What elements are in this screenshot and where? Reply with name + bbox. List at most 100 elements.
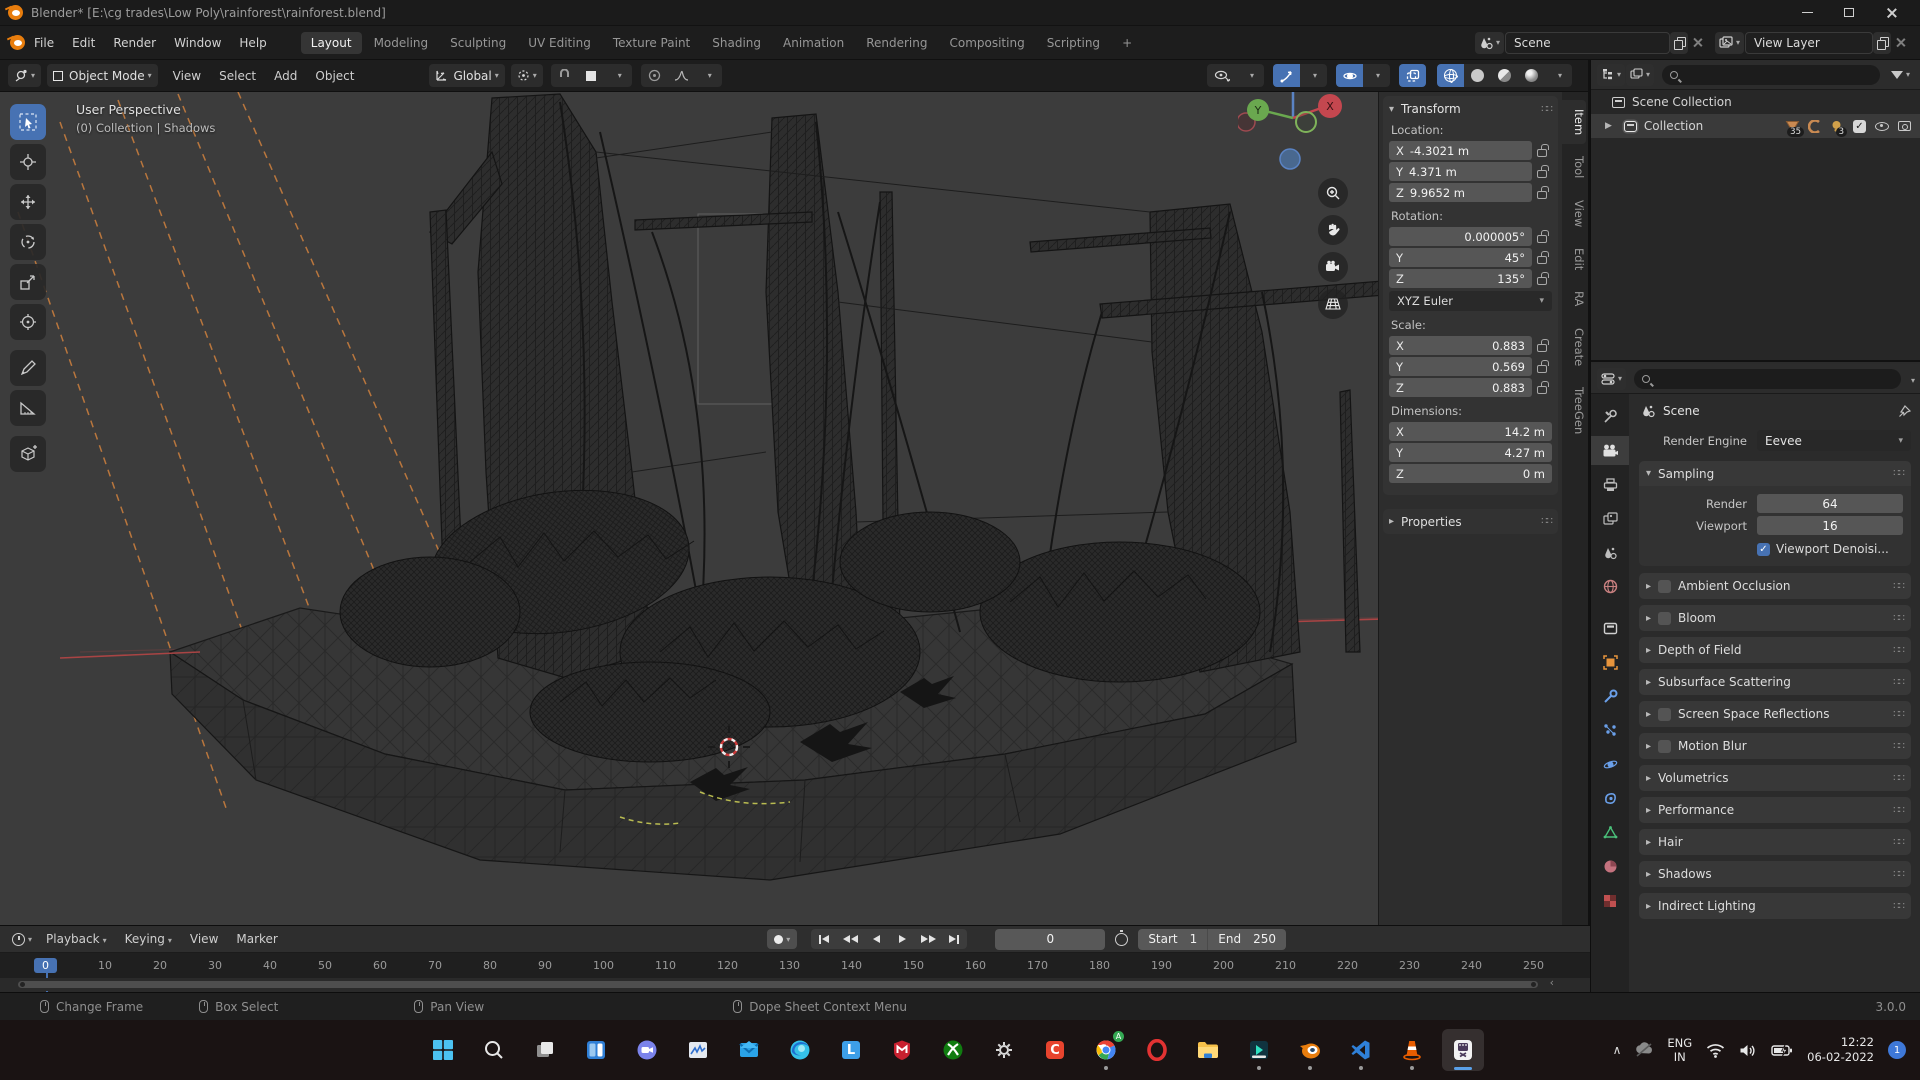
location-z-lock[interactable]: [1532, 186, 1552, 199]
panel-subsurface-scattering[interactable]: Subsurface Scattering: [1639, 669, 1911, 695]
play-button[interactable]: [889, 929, 915, 949]
rotation-x-lock[interactable]: [1532, 230, 1552, 243]
pan-button[interactable]: [1318, 215, 1348, 245]
expand-arrow-icon[interactable]: ▶: [1605, 121, 1612, 131]
minimize-button[interactable]: [1786, 1, 1828, 25]
panel-performance[interactable]: Performance: [1639, 797, 1911, 823]
jump-to-end-button[interactable]: [941, 929, 967, 949]
chat-button[interactable]: [626, 1029, 668, 1071]
show-hide-dropdown[interactable]: [1237, 64, 1264, 87]
rotation-z-lock[interactable]: [1532, 272, 1552, 285]
transform-orientation-dropdown[interactable]: Global: [429, 64, 505, 87]
settings-button[interactable]: [983, 1029, 1025, 1071]
drag-grip-icon[interactable]: [1893, 645, 1904, 656]
tab-output-properties[interactable]: [1591, 470, 1629, 499]
tab-view-layer-properties[interactable]: [1591, 504, 1629, 533]
close-button[interactable]: [1870, 1, 1912, 25]
rotation-mode-dropdown[interactable]: XYZ Euler: [1389, 291, 1552, 311]
widgets-button[interactable]: [575, 1029, 617, 1071]
tool-rotate[interactable]: [10, 224, 46, 260]
tool-annotate[interactable]: [10, 350, 46, 386]
drag-grip-icon[interactable]: [1893, 709, 1904, 720]
timeline-scrollbar[interactable]: [18, 981, 1538, 988]
xbox-button[interactable]: [932, 1029, 974, 1071]
tab-scene-properties[interactable]: [1591, 538, 1629, 567]
tool-cursor[interactable]: [10, 144, 46, 180]
show-gizmo-toggle[interactable]: [1273, 64, 1300, 87]
location-x-lock[interactable]: [1532, 144, 1552, 157]
bloom-checkbox[interactable]: [1658, 611, 1672, 625]
tool-transform[interactable]: [10, 304, 46, 340]
chrome-button[interactable]: A: [1085, 1029, 1127, 1071]
location-x-field[interactable]: X -4.3021 m: [1389, 141, 1532, 160]
workspace-tab-uv-editing[interactable]: UV Editing: [518, 32, 601, 54]
rotation-y-field[interactable]: Y 45°: [1389, 248, 1532, 267]
blender-menu-icon[interactable]: [10, 35, 25, 50]
outliner-search-input[interactable]: [1662, 64, 1880, 85]
tab-render-properties[interactable]: [1591, 436, 1629, 465]
view-layer-remove-button[interactable]: [1892, 32, 1909, 54]
drag-grip-icon[interactable]: [1893, 837, 1904, 848]
scale-x-lock[interactable]: [1532, 339, 1552, 352]
rotation-x-field[interactable]: 0.000005°: [1389, 227, 1532, 246]
tab-constraint-properties[interactable]: [1591, 784, 1629, 813]
shading-wireframe-button[interactable]: [1437, 64, 1464, 87]
viewport-3d[interactable]: Object Mode View Select Add Object Globa…: [0, 60, 1588, 925]
collapse-chevron-icon[interactable]: ‹: [1550, 976, 1554, 989]
end-frame-field[interactable]: End 250: [1207, 928, 1286, 950]
panel-screen-space-reflections[interactable]: Screen Space Reflections: [1639, 701, 1911, 727]
rotation-y-lock[interactable]: [1532, 251, 1552, 264]
view-layer-browse-button[interactable]: [1714, 31, 1744, 54]
timeline-menu-playback[interactable]: Playback: [37, 929, 116, 949]
timeline-ruler[interactable]: 0 10 20 30 40 50 60 70 80 90 100 110 120 130 14…: [0, 953, 1590, 1003]
snap-target-button[interactable]: [577, 64, 605, 87]
overlays-dropdown[interactable]: [1363, 64, 1390, 87]
shading-rendered-button[interactable]: [1518, 64, 1545, 87]
proportional-edit-toggle[interactable]: [640, 64, 668, 87]
vscode-button[interactable]: [1340, 1029, 1382, 1071]
proportional-dropdown[interactable]: [694, 64, 722, 87]
panel-bloom[interactable]: Bloom: [1639, 605, 1911, 631]
workspace-tab-compositing[interactable]: Compositing: [939, 32, 1034, 54]
ssr-checkbox[interactable]: [1658, 707, 1672, 721]
location-y-field[interactable]: Y 4.371 m: [1389, 162, 1532, 181]
tray-expand-chevron[interactable]: ∧: [1613, 1043, 1622, 1057]
play-reverse-button[interactable]: [863, 929, 889, 949]
scene-unlink-button[interactable]: [1689, 32, 1706, 54]
panel-motion-blur[interactable]: Motion Blur: [1639, 733, 1911, 759]
scale-y-field[interactable]: Y 0.569: [1389, 357, 1532, 376]
timeline-editor-type-button[interactable]: [8, 928, 37, 950]
sampling-panel-header[interactable]: Sampling: [1639, 461, 1911, 486]
tab-material-properties[interactable]: [1591, 852, 1629, 881]
filmora-button[interactable]: [1238, 1029, 1280, 1071]
transform-panel-header[interactable]: Transform: [1389, 102, 1552, 116]
scale-x-field[interactable]: X 0.883: [1389, 336, 1532, 355]
next-keyframe-button[interactable]: [915, 929, 941, 949]
workspace-tab-layout[interactable]: Layout: [300, 31, 362, 54]
sidebar-tab-item[interactable]: Item: [1562, 100, 1586, 145]
task-manager-button[interactable]: [677, 1029, 719, 1071]
search-button[interactable]: [473, 1029, 515, 1071]
xray-toggle[interactable]: [1399, 64, 1426, 87]
auto-keying-button[interactable]: [767, 929, 798, 949]
timeline-menu-marker[interactable]: Marker: [227, 929, 286, 949]
outliner-display-mode-button[interactable]: [1626, 63, 1655, 86]
gizmo-dropdown[interactable]: [1300, 64, 1327, 87]
drag-grip-icon[interactable]: [1893, 677, 1904, 688]
sidebar-tab-create[interactable]: Create: [1562, 319, 1586, 375]
tool-scale[interactable]: [10, 264, 46, 300]
playhead[interactable]: 0: [34, 958, 57, 1003]
shading-solid-button[interactable]: [1464, 64, 1491, 87]
menu-window[interactable]: Window: [165, 32, 230, 54]
maximize-button[interactable]: [1828, 1, 1870, 25]
menu-render[interactable]: Render: [104, 32, 165, 54]
sidebar-tab-edit[interactable]: Edit: [1562, 239, 1586, 279]
drag-grip-icon[interactable]: [1893, 741, 1904, 752]
panel-depth-of-field[interactable]: Depth of Field: [1639, 637, 1911, 663]
edge-button[interactable]: [779, 1029, 821, 1071]
mail-button[interactable]: [728, 1029, 770, 1071]
view-layer-name-field[interactable]: View Layer: [1745, 31, 1873, 54]
tab-particle-properties[interactable]: [1591, 716, 1629, 745]
tab-data-properties[interactable]: [1591, 818, 1629, 847]
editor-type-button[interactable]: [8, 64, 42, 87]
